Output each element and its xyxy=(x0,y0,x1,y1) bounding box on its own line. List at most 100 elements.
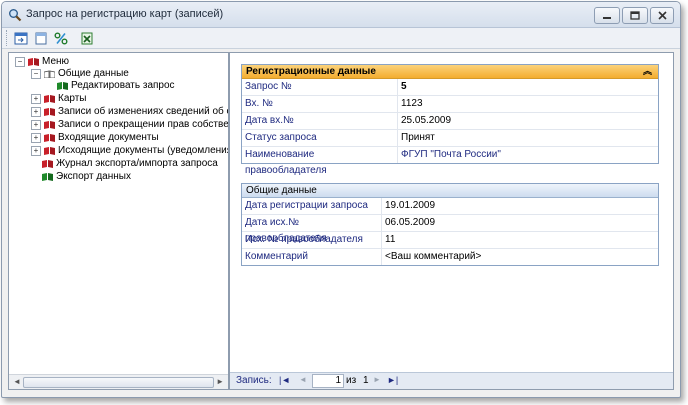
field-value[interactable]: Принят xyxy=(398,130,435,146)
new-document-icon xyxy=(35,32,47,45)
tree-item-change-records[interactable]: + Записи об изменениях сведений об об xyxy=(31,105,229,118)
book-red-icon xyxy=(44,133,55,142)
close-button[interactable] xyxy=(650,7,674,24)
minimize-button[interactable] xyxy=(594,7,620,24)
field-label: Запрос № xyxy=(242,79,398,95)
tree-item-data-export[interactable]: Экспорт данных xyxy=(42,170,131,183)
field-label: Дата исх.№ правообладателя xyxy=(242,215,382,244)
field-value[interactable]: 5 xyxy=(398,79,407,95)
window-title: Запрос на регистрацию карт (записей) xyxy=(26,8,224,20)
record-number-input[interactable]: 1 xyxy=(312,374,344,388)
navigation-tree[interactable]: − Меню − Общие данные Редактировать запр… xyxy=(8,52,229,390)
form-row: Запрос № 5 xyxy=(242,79,658,96)
tree-item-edit-request[interactable]: Редактировать запрос xyxy=(57,79,175,92)
form-row: Исх. № правообладателя 11 xyxy=(242,232,658,249)
field-label: Дата вх.№ xyxy=(242,113,398,129)
registration-panel-header: Регистрационные данные ︽ xyxy=(242,65,658,79)
book-red-icon xyxy=(44,94,55,103)
navigator-label: Запись: xyxy=(236,375,272,386)
total-records: 1 xyxy=(363,375,369,386)
collapse-chevron-icon[interactable]: ︽ xyxy=(643,65,652,78)
field-label: Статус запроса xyxy=(242,130,398,146)
details-pane: Регистрационные данные ︽ Запрос № 5 Вх. … xyxy=(229,52,674,390)
collapse-toggle-icon[interactable]: − xyxy=(15,56,25,67)
open-book-icon xyxy=(44,70,55,78)
field-value[interactable]: 06.05.2009 xyxy=(382,215,435,231)
excel-export-icon xyxy=(81,32,93,45)
tree-item-label: Карты xyxy=(58,93,87,104)
tree-item-incoming-docs[interactable]: + Входящие документы xyxy=(31,131,159,144)
field-label: Исх. № правообладателя xyxy=(242,232,382,248)
book-green-icon xyxy=(57,81,68,90)
form-row: Комментарий <Ваш комментарий> xyxy=(242,249,658,265)
close-icon xyxy=(657,11,667,20)
last-record-icon[interactable]: ►| xyxy=(387,375,398,385)
tree-item-label: Записи о прекращении прав собствен xyxy=(58,119,229,130)
percent-icon xyxy=(54,32,68,45)
general-panel: Общие данные Дата регистрации запроса 19… xyxy=(241,183,659,266)
tree-item-termination-records[interactable]: + Записи о прекращении прав собствен xyxy=(31,118,229,131)
expand-toggle-icon[interactable]: + xyxy=(31,119,41,130)
toolbar xyxy=(2,28,680,49)
tree-item-label: Входящие документы xyxy=(58,132,159,143)
horizontal-scrollbar[interactable]: ◄ ► xyxy=(9,374,228,389)
expand-toggle-icon[interactable]: + xyxy=(31,132,41,143)
title-bar: Запрос на регистрацию карт (записей) xyxy=(2,2,680,28)
excel-export-button[interactable] xyxy=(79,31,95,46)
expand-toggle-icon[interactable]: + xyxy=(31,106,41,117)
comment-field[interactable]: <Ваш комментарий> xyxy=(382,249,481,265)
expand-toggle-icon[interactable]: + xyxy=(31,93,41,104)
field-label: Комментарий xyxy=(242,249,382,265)
tree-root-label: Меню xyxy=(42,56,70,67)
form-row: Вх. № 1123 xyxy=(242,96,658,113)
scroll-right-icon[interactable]: ► xyxy=(216,377,224,386)
percent-button[interactable] xyxy=(53,31,69,46)
book-red-icon xyxy=(44,120,55,129)
collapse-toggle-icon[interactable]: − xyxy=(31,68,41,79)
field-value[interactable]: 25.05.2009 xyxy=(398,113,451,129)
next-record-icon[interactable]: ► xyxy=(373,375,381,384)
tree-item-label: Журнал экспорта/импорта запроса xyxy=(56,158,218,169)
registration-panel: Регистрационные данные ︽ Запрос № 5 Вх. … xyxy=(241,64,659,176)
import-icon xyxy=(14,32,28,45)
toolbar-grip xyxy=(6,30,10,46)
first-record-icon[interactable]: |◄ xyxy=(279,375,290,385)
tree-item-cards[interactable]: + Карты xyxy=(31,92,87,105)
form-row: Статус запроса Принят xyxy=(242,130,658,147)
panel-title: Общие данные xyxy=(246,185,317,196)
maximize-button[interactable] xyxy=(622,7,648,24)
previous-record-icon[interactable]: ◄ xyxy=(299,375,307,384)
expand-toggle-icon[interactable]: + xyxy=(31,145,41,156)
field-label: Дата регистрации запроса xyxy=(242,198,382,214)
maximize-icon xyxy=(630,11,640,20)
field-value[interactable]: 19.01.2009 xyxy=(382,198,435,214)
book-red-icon xyxy=(42,159,53,168)
search-icon xyxy=(9,9,22,22)
scroll-left-icon[interactable]: ◄ xyxy=(13,377,21,386)
general-panel-header: Общие данные xyxy=(242,184,658,198)
field-value[interactable]: ФГУП "Почта России" xyxy=(398,147,501,163)
tree-item-label: Экспорт данных xyxy=(56,171,131,182)
book-red-icon xyxy=(28,57,39,66)
tree-item-label: Записи об изменениях сведений об об xyxy=(58,106,229,117)
tree-item-label: Общие данные xyxy=(58,68,129,79)
tree-item-outgoing-docs[interactable]: + Исходящие документы (уведомления, xyxy=(31,144,229,157)
tree-item-export-log[interactable]: Журнал экспорта/импорта запроса xyxy=(42,157,218,170)
form-row: Дата вх.№ 25.05.2009 xyxy=(242,113,658,130)
import-button[interactable] xyxy=(13,31,29,46)
tree-item-label: Редактировать запрос xyxy=(71,80,175,91)
form-row: Дата регистрации запроса 19.01.2009 xyxy=(242,198,658,215)
of-label: из xyxy=(346,375,357,386)
form-row: Дата исх.№ правообладателя 06.05.2009 xyxy=(242,215,658,244)
field-value[interactable]: 11 xyxy=(382,232,395,248)
scrollbar-thumb[interactable] xyxy=(23,377,214,388)
minimize-icon xyxy=(603,16,611,19)
book-green-icon xyxy=(42,172,53,181)
tree-item-label: Исходящие документы (уведомления, xyxy=(58,145,229,156)
new-document-button[interactable] xyxy=(33,31,49,46)
field-label: Наименование правообладателя xyxy=(242,147,398,176)
field-value[interactable]: 1123 xyxy=(398,96,423,112)
form-row: Наименование правообладателя ФГУП "Почта… xyxy=(242,147,658,176)
book-red-icon xyxy=(44,146,55,155)
record-navigator: Запись: |◄ ◄ 1 из 1 ► ►| xyxy=(230,372,673,389)
